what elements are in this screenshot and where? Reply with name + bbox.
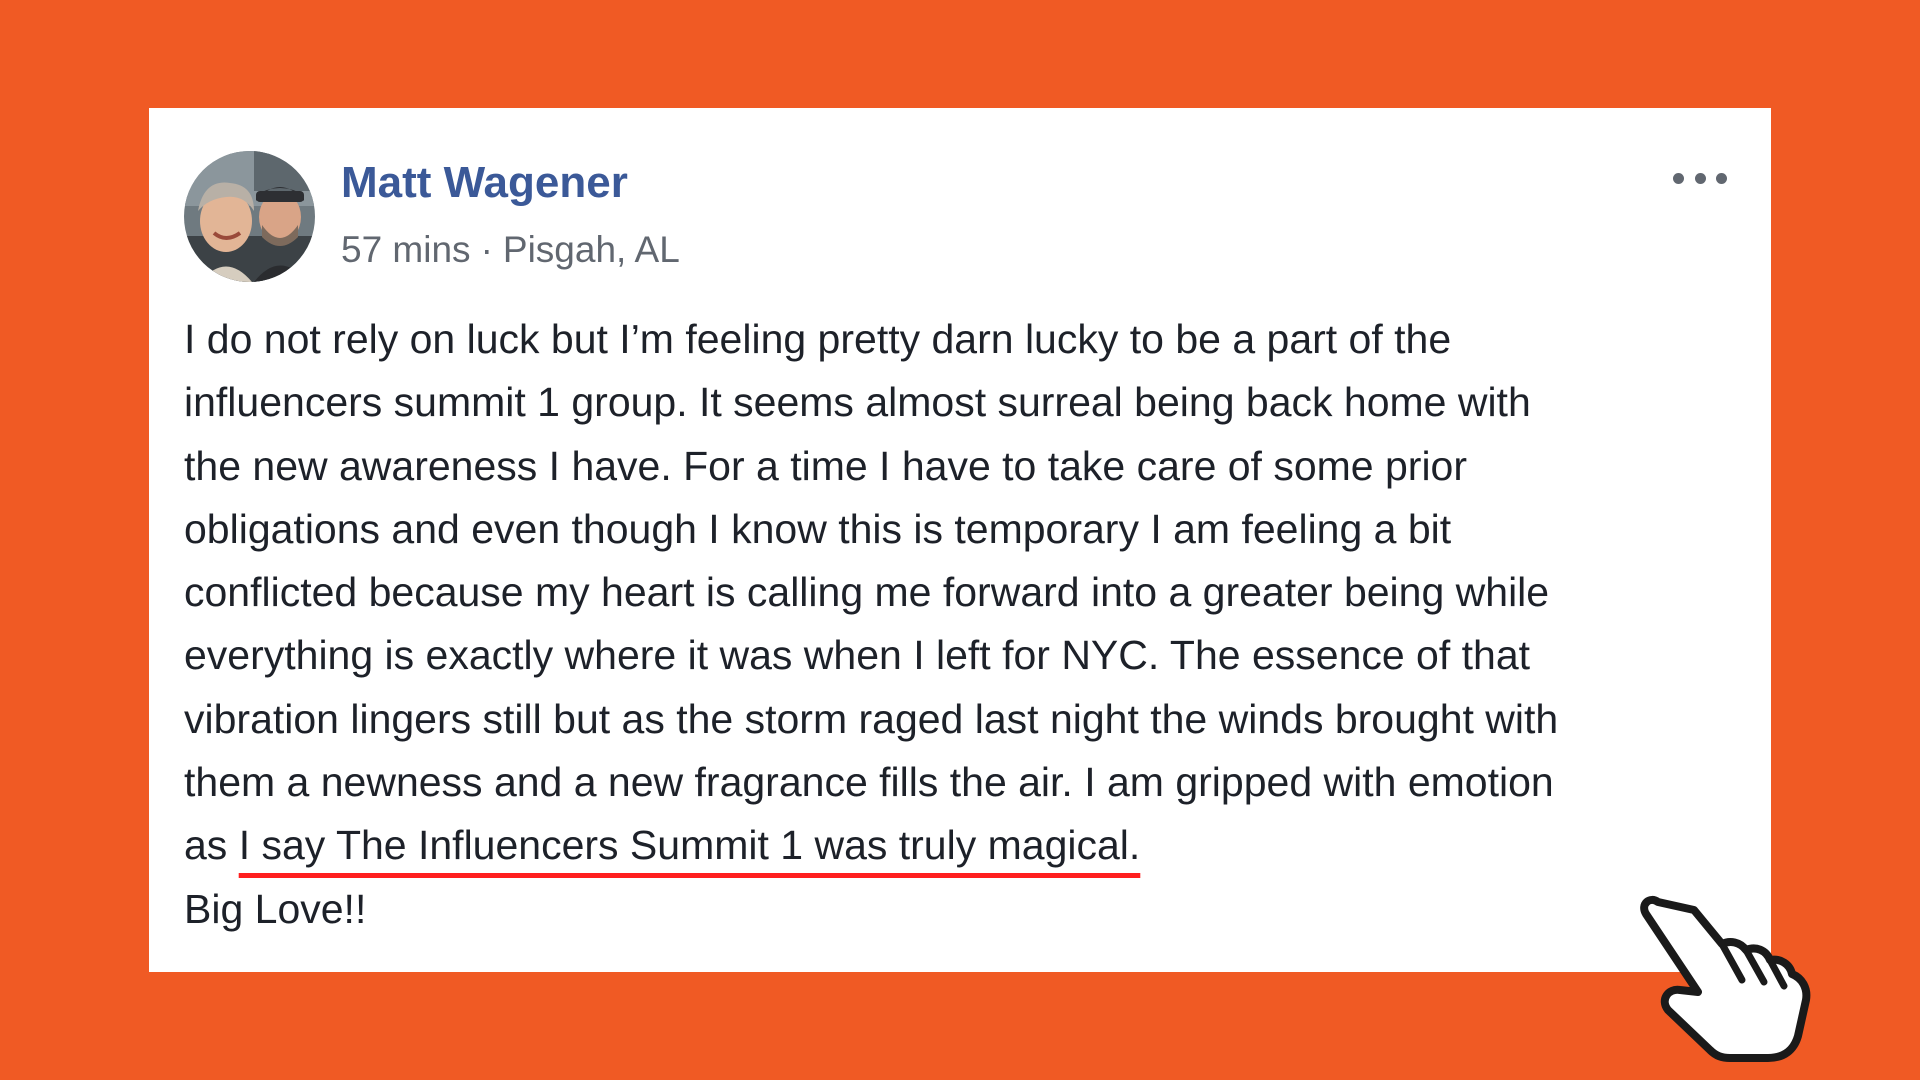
facebook-post-card: Matt Wagener 57 mins · Pisgah, AL I do not… (149, 108, 1771, 972)
post-timestamp[interactable]: 57 mins (341, 229, 471, 270)
post-location[interactable]: Pisgah, AL (503, 229, 680, 270)
post-body-line: as I say The Influencers Summit 1 was tr… (184, 814, 1744, 877)
post-body-line: them a newness and a new fragrance fills… (184, 759, 1554, 806)
avatar-photo (184, 151, 315, 282)
highlighted-sentence: I say The Influencers Summit 1 was truly… (238, 822, 1141, 869)
author-name[interactable]: Matt Wagener (341, 158, 628, 208)
author-avatar[interactable] (184, 151, 315, 282)
pointing-hand-icon (1640, 895, 1811, 1062)
post-body-line: the new awareness I have. For a time I h… (184, 442, 1468, 489)
post-body-line-prefix: as (184, 822, 239, 869)
meta-separator: · (480, 229, 493, 270)
post-body-line: influencers summit 1 group. It seems alm… (184, 379, 1531, 426)
post-meta: 57 mins · Pisgah, AL (341, 229, 680, 271)
more-dot (1673, 172, 1684, 184)
more-dot (1694, 172, 1706, 184)
post-body-line: everything is exactly where it was when … (184, 632, 1531, 679)
post-body: I do not rely on luck but I’m feeling pr… (184, 308, 1744, 941)
more-dot (1716, 172, 1727, 184)
post-body-line: conflicted because my heart is calling m… (184, 569, 1550, 616)
post-body-line: I do not rely on luck but I’m feeling pr… (184, 316, 1452, 362)
post-body-line: vibration lingers still but as the storm… (184, 695, 1559, 742)
more-options-icon[interactable] (1673, 166, 1727, 190)
post-body-line: obligations and even though I know this … (184, 505, 1452, 552)
post-signoff: Big Love!! (184, 885, 367, 932)
